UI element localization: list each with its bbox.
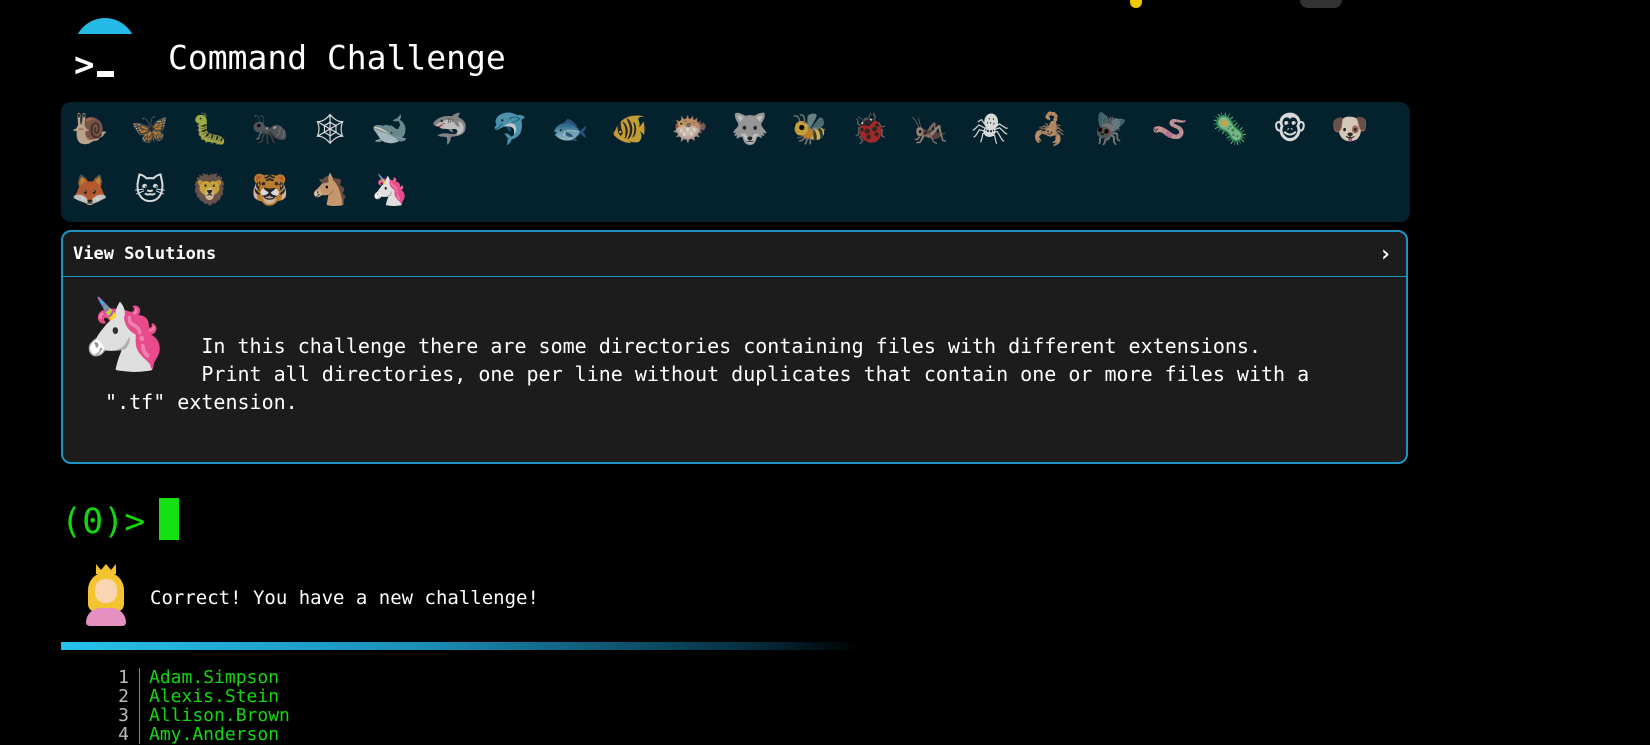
animal-cat-icon[interactable]: 🐱 [127,168,173,214]
animal-cricket-icon[interactable]: 🦗 [907,107,953,153]
line-separator [139,687,140,706]
animal-ant-icon[interactable]: 🐜 [247,107,293,153]
animal-bee-icon[interactable]: 🐝 [787,107,833,153]
animal-shark-icon[interactable]: 🦈 [427,107,473,153]
top-avatar-edge [1300,0,1342,8]
animal-snail-icon[interactable]: 🐌 [67,107,113,153]
animal-fly-icon[interactable]: 🪰 [1087,107,1133,153]
animal-spider-icon[interactable]: 🕷 [967,107,1013,153]
output-listing: 1 Adam.Simpson 2 Alexis.Stein 3 Allison.Brown… [61,668,661,744]
challenge-animal-tray: 🐌 🦋 🐛 🐜 🕸 🐋 🦈 🐬 🐟 🐠 🐡 🐺 🐝 🐞 🦗 🕷 🦂 🪰 🪱 🦠 🐵 🐶 🦊 🐱 🦁 🐯 🐴 🦄 [61,102,1410,222]
animal-microbe-icon[interactable]: 🦠 [1207,107,1253,153]
directory-name: Alexis.Stein [149,686,280,707]
directory-name: Adam.Simpson [149,667,280,688]
animal-wolf-icon[interactable]: 🐺 [727,107,773,153]
animal-fox-icon[interactable]: 🦊 [67,168,113,214]
animal-caterpillar-icon[interactable]: 🐛 [187,107,233,153]
line-number: 3 [118,705,129,726]
animal-butterfly-icon[interactable]: 🦋 [127,107,173,153]
terminal-input-cursor[interactable] [159,498,179,540]
line-separator [139,668,140,687]
list-item: 2 Alexis.Stein [61,687,661,706]
solutions-panel: View Solutions › 🦄 In this challenge the… [61,230,1408,464]
view-solutions-toggle[interactable]: View Solutions › [63,232,1406,277]
challenge-description: In this challenge there are some directo… [105,334,1310,414]
logo-icon: > [72,18,136,84]
animal-tropical-fish-icon[interactable]: 🐠 [607,107,653,153]
animal-monkey-icon[interactable]: 🐵 [1267,107,1313,153]
line-number: 2 [118,686,129,707]
animal-spider-web-icon[interactable]: 🕸 [307,107,353,153]
terminal-prompt: (0)> [61,502,146,542]
animal-whale-icon[interactable]: 🐋 [367,107,413,153]
animal-scorpion-icon[interactable]: 🦂 [1027,107,1073,153]
animal-horse-icon[interactable]: 🐴 [307,168,353,214]
animal-fish-icon[interactable]: 🐟 [547,107,593,153]
animal-blowfish-icon[interactable]: 🐡 [667,107,713,153]
page-title: Command Challenge [168,38,506,77]
animal-ladybug-icon[interactable]: 🐞 [847,107,893,153]
list-item: 1 Adam.Simpson [61,668,661,687]
animal-worm-icon[interactable]: 🪱 [1147,107,1193,153]
princess-icon [82,564,130,626]
top-decoration [1130,0,1142,8]
animal-dog-icon[interactable]: 🐶 [1327,107,1373,153]
line-separator [139,706,140,725]
directory-name: Allison.Brown [149,705,290,726]
progress-bar [61,642,861,650]
list-item: 3 Allison.Brown [61,706,661,725]
chevron-right-icon: › [1378,242,1392,267]
animal-dolphin-icon[interactable]: 🐬 [487,107,533,153]
animal-lion-icon[interactable]: 🦁 [187,168,233,214]
line-number: 1 [118,667,129,688]
animal-tiger-icon[interactable]: 🐯 [247,168,293,214]
animal-unicorn-icon[interactable]: 🦄 [367,168,413,214]
feedback-message: Correct! You have a new challenge! [150,587,539,609]
view-solutions-label: View Solutions [73,244,217,264]
